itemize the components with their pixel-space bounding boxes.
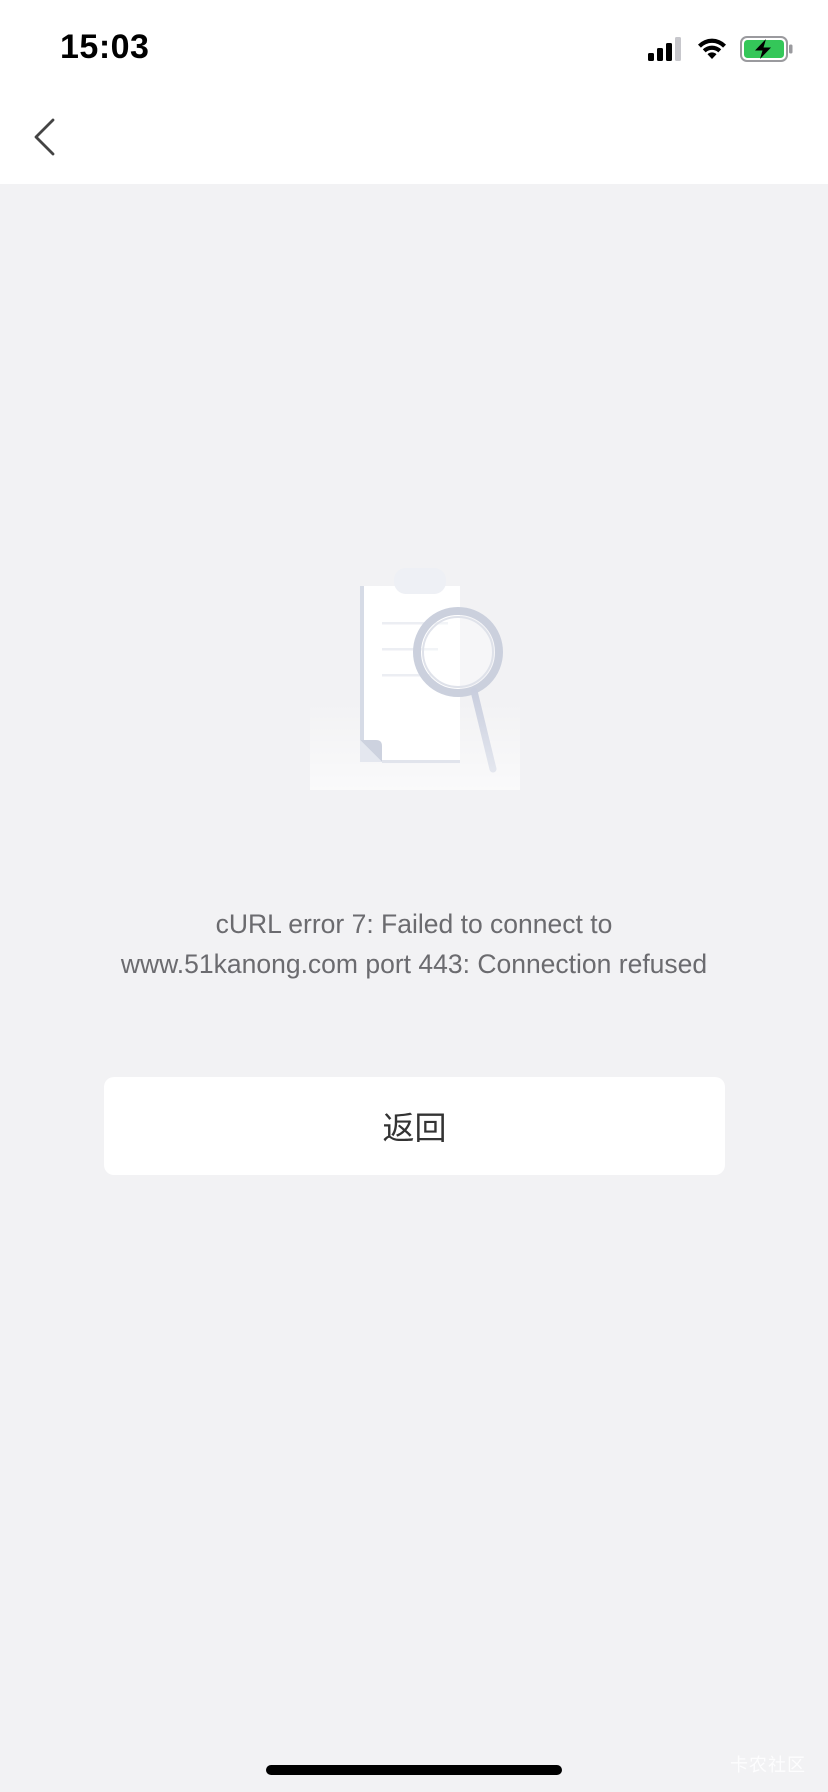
home-indicator[interactable] (266, 1765, 562, 1775)
cellular-signal-icon (648, 37, 684, 61)
status-bar: 15:03 (0, 0, 828, 94)
chevron-left-icon (32, 117, 56, 162)
back-button[interactable] (22, 116, 66, 162)
error-screen: 15:03 cURL error 7: Failed to connect to… (0, 0, 828, 1792)
watermark: 卡农社区 (730, 1755, 806, 1775)
battery-charging-icon (740, 36, 794, 62)
wifi-icon (696, 37, 728, 61)
clipboard-magnifier-icon (310, 550, 520, 790)
error-message: cURL error 7: Failed to connect to www.5… (120, 909, 708, 979)
return-button[interactable]: 返回 (104, 1077, 725, 1175)
status-time: 15:03 (60, 28, 150, 66)
status-icons (648, 34, 794, 64)
nav-bar (0, 94, 828, 184)
